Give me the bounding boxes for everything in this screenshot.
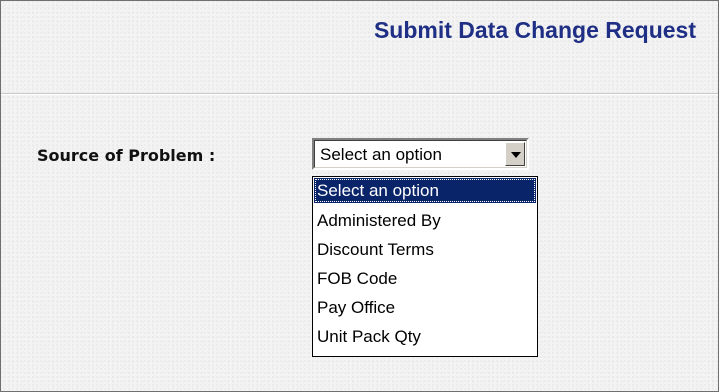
option-discount-terms[interactable]: Discount Terms: [314, 237, 536, 262]
page-frame: Submit Data Change Request Source of Pro…: [0, 0, 719, 392]
option-pay-office[interactable]: Pay Office: [314, 295, 536, 320]
header-divider: [1, 93, 718, 95]
source-of-problem-select[interactable]: Select an option: [312, 138, 529, 170]
selected-value: Select an option: [320, 145, 442, 164]
option-select-an-option[interactable]: Select an option: [314, 178, 536, 203]
option-administered-by[interactable]: Administered By: [314, 208, 536, 233]
dropdown-button[interactable]: [505, 142, 525, 166]
page-title: Submit Data Change Request: [373, 17, 696, 43]
option-fob-code[interactable]: FOB Code: [314, 266, 536, 291]
page-header: Submit Data Change Request: [1, 1, 718, 93]
chevron-down-icon: [511, 152, 521, 158]
option-unit-pack-qty[interactable]: Unit Pack Qty: [314, 324, 536, 349]
source-of-problem-label: Source of Problem :: [37, 146, 216, 165]
dropdown-listbox[interactable]: Select an option Administered By Discoun…: [312, 176, 538, 357]
select-field[interactable]: Select an option: [314, 140, 527, 168]
